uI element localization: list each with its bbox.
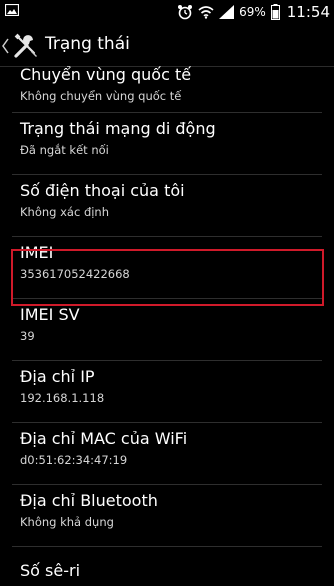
item-subtitle: Không khả dụng: [20, 515, 114, 529]
battery-icon: [270, 4, 280, 20]
item-title: Địa chỉ Bluetooth: [20, 491, 158, 510]
list-item-ip-address[interactable]: Địa chỉ IP 192.168.1.118: [0, 361, 334, 423]
item-title: Chuyển vùng quốc tế: [20, 65, 192, 84]
item-title: Số điện thoại của tôi: [20, 181, 185, 200]
image-notification-icon: [5, 4, 19, 16]
imei-highlight-box: [11, 249, 324, 306]
item-title: Số sê-ri: [20, 561, 81, 580]
battery-percent: 69%: [239, 5, 266, 19]
back-chevron-icon[interactable]: [2, 38, 9, 54]
status-bar: 69% 11:54: [0, 0, 334, 24]
item-subtitle: Đã ngắt kết nối: [20, 143, 109, 157]
item-title: Địa chỉ IP: [20, 367, 95, 386]
list-item-bluetooth-address[interactable]: Địa chỉ Bluetooth Không khả dụng: [0, 485, 334, 547]
list-item-phone-number[interactable]: Số điện thoại của tôi Không xác định: [0, 175, 334, 237]
item-subtitle: 39: [20, 329, 35, 343]
settings-tools-icon[interactable]: [12, 32, 40, 60]
list-item-wifi-mac[interactable]: Địa chỉ MAC của WiFi d0:51:62:34:47:19: [0, 423, 334, 485]
action-bar: Trạng thái: [0, 25, 334, 67]
wifi-icon: [198, 6, 214, 19]
item-subtitle: 192.168.1.118: [20, 391, 105, 405]
status-list: Chuyển vùng quốc tế Không chuyển vùng qu…: [0, 65, 334, 547]
list-divider: [12, 546, 322, 547]
signal-icon: [219, 5, 235, 19]
clock: 11:54: [286, 3, 330, 21]
item-subtitle: Không chuyển vùng quốc tế: [20, 89, 182, 103]
item-title: IMEI SV: [20, 305, 80, 324]
status-icons: 69% 11:54: [177, 3, 330, 21]
list-item-imei-sv[interactable]: IMEI SV 39: [0, 299, 334, 361]
alarm-icon: [178, 5, 193, 20]
item-title: Trạng thái mạng di động: [20, 119, 216, 138]
list-item-mobile-network-state[interactable]: Trạng thái mạng di động Đã ngắt kết nối: [0, 113, 334, 175]
list-item-roaming[interactable]: Chuyển vùng quốc tế Không chuyển vùng qu…: [0, 65, 334, 113]
list-item-serial-number[interactable]: Số sê-ri: [0, 555, 334, 586]
item-title: Địa chỉ MAC của WiFi: [20, 429, 188, 448]
page-title: Trạng thái: [45, 34, 130, 54]
item-subtitle: d0:51:62:34:47:19: [20, 453, 128, 467]
item-subtitle: Không xác định: [20, 205, 110, 219]
